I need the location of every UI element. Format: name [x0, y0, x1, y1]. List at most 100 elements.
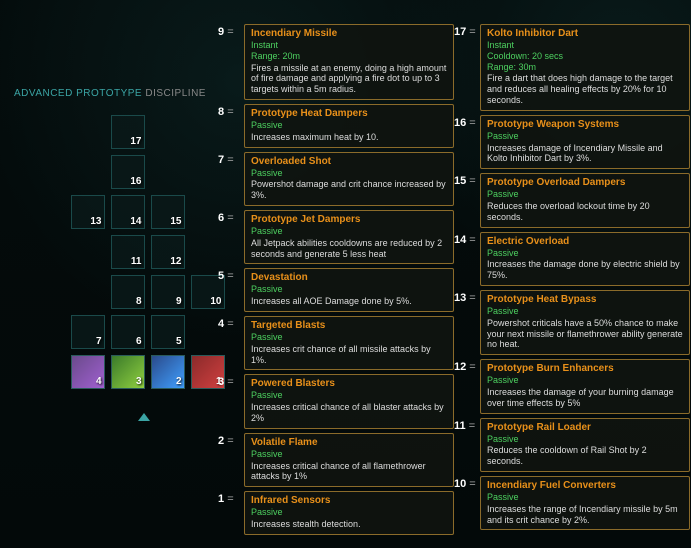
ability-card[interactable]: Prototype Weapon SystemsPassiveIncreases…: [480, 115, 690, 169]
ability-meta: Passive: [251, 507, 447, 518]
ability-meta: Passive: [487, 189, 683, 200]
ability-title: Electric Overload: [487, 236, 683, 247]
ability-meta: Passive: [251, 449, 447, 460]
ability-card[interactable]: Prototype Heat BypassPassivePowershot cr…: [480, 290, 690, 355]
ability-entry: 10 =Incendiary Fuel ConvertersPassiveInc…: [480, 476, 690, 530]
ability-title: Prototype Overload Dampers: [487, 177, 683, 188]
ability-description: Increases the range of Incendiary missil…: [487, 504, 683, 526]
talent-node-12[interactable]: 12: [151, 235, 185, 269]
ability-card[interactable]: DevastationPassiveIncreases all AOE Dama…: [244, 268, 454, 312]
ability-meta: Passive: [251, 120, 447, 131]
ability-title: Prototype Weapon Systems: [487, 119, 683, 130]
ability-card[interactable]: Volatile FlamePassiveIncreases critical …: [244, 433, 454, 487]
entry-index: 9 =: [218, 26, 234, 38]
ability-card[interactable]: Prototype Rail LoaderPassiveReduces the …: [480, 418, 690, 472]
ability-card[interactable]: Incendiary Fuel ConvertersPassiveIncreas…: [480, 476, 690, 530]
ability-description: Increases crit chance of all missile att…: [251, 344, 447, 366]
ability-card[interactable]: Prototype Heat DampersPassiveIncreases m…: [244, 104, 454, 148]
ability-card[interactable]: Incendiary MissileInstantRange: 20mFires…: [244, 24, 454, 100]
talent-node-number: 13: [90, 216, 101, 227]
ability-title: Prototype Heat Dampers: [251, 108, 447, 119]
ability-title: Devastation: [251, 272, 447, 283]
ability-icon-4[interactable]: 4: [71, 355, 105, 389]
ability-description: Powershot damage and crit chance increas…: [251, 179, 447, 201]
talent-node-11[interactable]: 11: [111, 235, 145, 269]
ability-description: Powershot criticals have a 50% chance to…: [487, 318, 683, 350]
ability-title: Targeted Blasts: [251, 320, 447, 331]
ability-icon-3[interactable]: 3: [111, 355, 145, 389]
entry-index: 2 =: [218, 435, 234, 447]
ability-card[interactable]: Powered BlastersPassiveIncreases critica…: [244, 374, 454, 428]
ability-meta: Passive: [487, 434, 683, 445]
entry-index: 12 =: [454, 361, 476, 373]
entry-index: 6 =: [218, 212, 234, 224]
ability-column-right: 17 =Kolto Inhibitor DartInstantCooldown:…: [480, 24, 690, 534]
entry-index: 5 =: [218, 270, 234, 282]
entry-index: 8 =: [218, 106, 234, 118]
ability-title: Infrared Sensors: [251, 495, 447, 506]
ability-description: Increases all AOE Damage done by 5%.: [251, 296, 447, 307]
talent-node-6[interactable]: 6: [111, 315, 145, 349]
ability-meta: Passive: [487, 306, 683, 317]
ability-description: Reduces the cooldown of Rail Shot by 2 s…: [487, 445, 683, 467]
talent-node-number: 5: [176, 336, 182, 347]
ability-entry: 7 =Overloaded ShotPassivePowershot damag…: [244, 152, 454, 206]
talent-node-7[interactable]: 7: [71, 315, 105, 349]
discipline-name: ADVANCED PROTOTYPE: [14, 88, 142, 99]
ability-card[interactable]: Electric OverloadPassiveIncreases the da…: [480, 232, 690, 286]
ability-card[interactable]: Overloaded ShotPassivePowershot damage a…: [244, 152, 454, 206]
entry-index: 11 =: [454, 420, 475, 432]
ability-entry: 3 =Powered BlastersPassiveIncreases crit…: [244, 374, 454, 428]
talent-node-15[interactable]: 15: [151, 195, 185, 229]
ability-meta: Range: 20m: [251, 51, 447, 62]
ability-description: Increases critical chance of all flameth…: [251, 461, 447, 483]
ability-title: Volatile Flame: [251, 437, 447, 448]
ability-card[interactable]: Prototype Burn EnhancersPassiveIncreases…: [480, 359, 690, 413]
talent-node-number: 9: [176, 296, 182, 307]
ability-title: Overloaded Shot: [251, 156, 447, 167]
ability-entry: 9 =Incendiary MissileInstantRange: 20mFi…: [244, 24, 454, 100]
ability-card[interactable]: Prototype Jet DampersPassiveAll Jetpack …: [244, 210, 454, 264]
talent-node-13[interactable]: 13: [71, 195, 105, 229]
ability-title: Incendiary Fuel Converters: [487, 480, 683, 491]
entry-index: 15 =: [454, 175, 476, 187]
talent-node-9[interactable]: 9: [151, 275, 185, 309]
ability-meta: Passive: [251, 390, 447, 401]
talent-node-number: 17: [130, 136, 141, 147]
ability-entry: 17 =Kolto Inhibitor DartInstantCooldown:…: [480, 24, 690, 111]
ability-entry: 16 =Prototype Weapon SystemsPassiveIncre…: [480, 115, 690, 169]
ability-meta: Range: 30m: [487, 62, 683, 73]
talent-node-5[interactable]: 5: [151, 315, 185, 349]
ability-description: Increases the damage done by electric sh…: [487, 259, 683, 281]
ability-meta: Passive: [487, 492, 683, 503]
ability-entry: 14 =Electric OverloadPassiveIncreases th…: [480, 232, 690, 286]
arrow-up-icon: [138, 413, 150, 421]
ability-description: Fires a missile at an enemy, doing a hig…: [251, 63, 447, 95]
entry-index: 14 =: [454, 234, 476, 246]
ability-title: Incendiary Missile: [251, 28, 447, 39]
talent-node-number: 15: [170, 216, 181, 227]
ability-description: Increases stealth detection.: [251, 519, 447, 530]
ability-card[interactable]: Targeted BlastsPassiveIncreases crit cha…: [244, 316, 454, 370]
ability-title: Prototype Jet Dampers: [251, 214, 447, 225]
ability-description: All Jetpack abilities cooldowns are redu…: [251, 238, 447, 260]
talent-node-16[interactable]: 16: [111, 155, 145, 189]
talent-node-17[interactable]: 17: [111, 115, 145, 149]
ability-meta: Passive: [487, 131, 683, 142]
talent-node-14[interactable]: 14: [111, 195, 145, 229]
ability-icon-2[interactable]: 2: [151, 355, 185, 389]
discipline-word: DISCIPLINE: [145, 88, 206, 99]
talent-node-number: 7: [96, 336, 102, 347]
entry-index: 17 =: [454, 26, 476, 38]
ability-title: Prototype Heat Bypass: [487, 294, 683, 305]
talent-node-8[interactable]: 8: [111, 275, 145, 309]
ability-meta: Cooldown: 20 secs: [487, 51, 683, 62]
ability-card[interactable]: Kolto Inhibitor DartInstantCooldown: 20 …: [480, 24, 690, 111]
entry-index: 10 =: [454, 478, 476, 490]
discipline-header: ADVANCED PROTOTYPE DISCIPLINE: [14, 88, 206, 99]
ability-entry: 13 =Prototype Heat BypassPassivePowersho…: [480, 290, 690, 355]
ability-meta: Passive: [251, 332, 447, 343]
ability-card[interactable]: Prototype Overload DampersPassiveReduces…: [480, 173, 690, 227]
talent-node-number: 16: [130, 176, 141, 187]
ability-card[interactable]: Infrared SensorsPassiveIncreases stealth…: [244, 491, 454, 535]
